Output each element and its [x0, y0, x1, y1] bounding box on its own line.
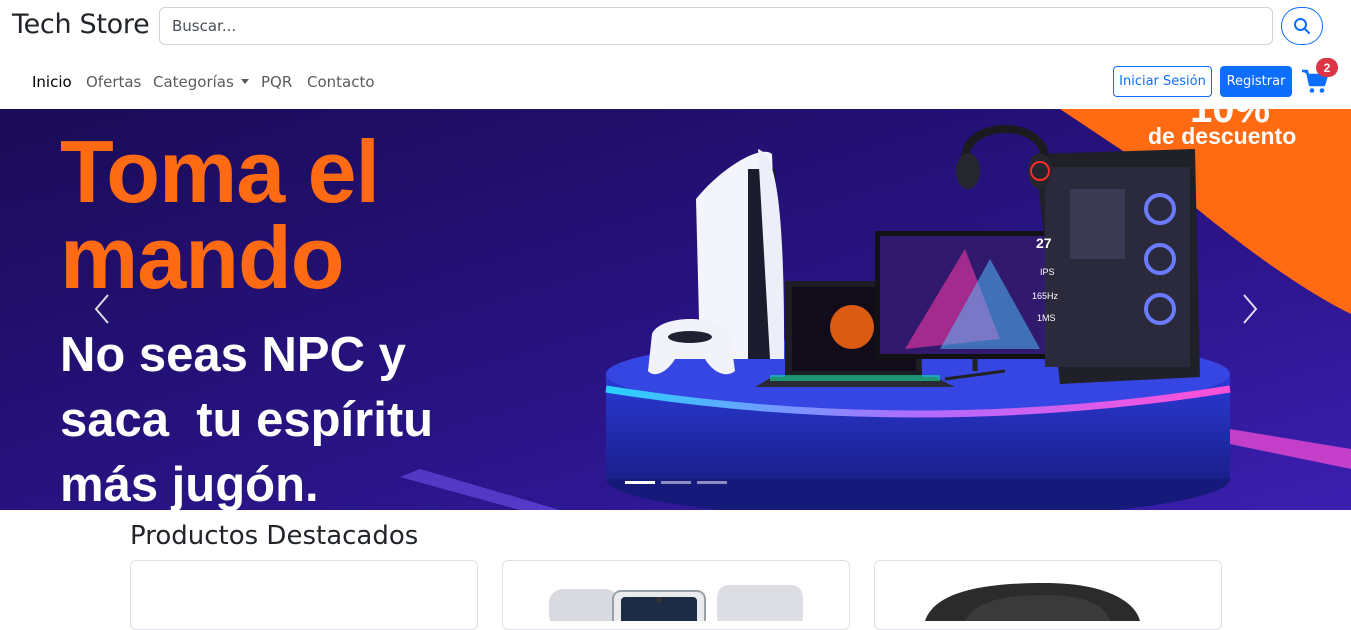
banner-subline-line: saca tu espíritu: [60, 393, 434, 447]
brand-logo[interactable]: Tech Store: [12, 9, 150, 40]
monitor-ms-label: 1MS: [1037, 313, 1056, 323]
chevron-left-icon: [94, 294, 109, 324]
search-input[interactable]: [159, 7, 1273, 45]
chevron-down-icon: [240, 79, 249, 84]
nav-item-contacto[interactable]: Contacto: [307, 73, 375, 91]
nav-item-categorias-label: Categorías: [153, 73, 234, 91]
search-icon: [1294, 18, 1310, 34]
featured-products-title: Productos Destacados: [130, 521, 419, 551]
hero-carousel: 27 IPS 165Hz 1MS 10% de descuento Toma e…: [0, 109, 1351, 510]
nav-item-categorias[interactable]: Categorías: [153, 73, 249, 91]
login-button[interactable]: Iniciar Sesión: [1113, 66, 1212, 97]
discount-label: de descuento: [1148, 123, 1297, 149]
monitor-hz-label: 165Hz: [1032, 291, 1059, 301]
main-navbar: Inicio Ofertas Categorías PQR Contacto I…: [0, 58, 1351, 104]
carousel-indicator[interactable]: [697, 481, 727, 484]
product-card[interactable]: [502, 560, 850, 630]
banner-headline: Toma el mando: [60, 122, 380, 302]
nav-item-pqr[interactable]: PQR: [261, 73, 292, 91]
chevron-right-icon: [1243, 294, 1258, 324]
top-bar: Tech Store: [0, 0, 1351, 54]
carousel-prev-button[interactable]: [84, 289, 120, 329]
product-card[interactable]: [130, 560, 478, 630]
monitor-size-label: 27: [1036, 235, 1052, 251]
product-image: [925, 583, 1140, 621]
carousel-indicators: [625, 481, 727, 484]
nav-item-ofertas[interactable]: Ofertas: [86, 73, 141, 91]
product-image: [549, 585, 803, 629]
banner-subline: No seas NPC y saca tu espíritu más jugón…: [60, 323, 433, 510]
carousel-indicator[interactable]: [625, 481, 655, 484]
monitor-ips-label: IPS: [1040, 267, 1055, 277]
banner-subline-line: más jugón.: [60, 458, 319, 510]
register-button[interactable]: Registrar: [1220, 66, 1292, 97]
banner-headline-line: Toma el: [60, 122, 380, 221]
cart-count-badge: 2: [1316, 58, 1338, 77]
banner-subline-line: No seas NPC y: [60, 328, 406, 382]
carousel-next-button[interactable]: [1232, 289, 1268, 329]
carousel-indicator[interactable]: [661, 481, 691, 484]
nav-item-inicio[interactable]: Inicio: [32, 73, 72, 91]
search-button[interactable]: [1281, 7, 1323, 45]
product-card[interactable]: [874, 560, 1222, 630]
